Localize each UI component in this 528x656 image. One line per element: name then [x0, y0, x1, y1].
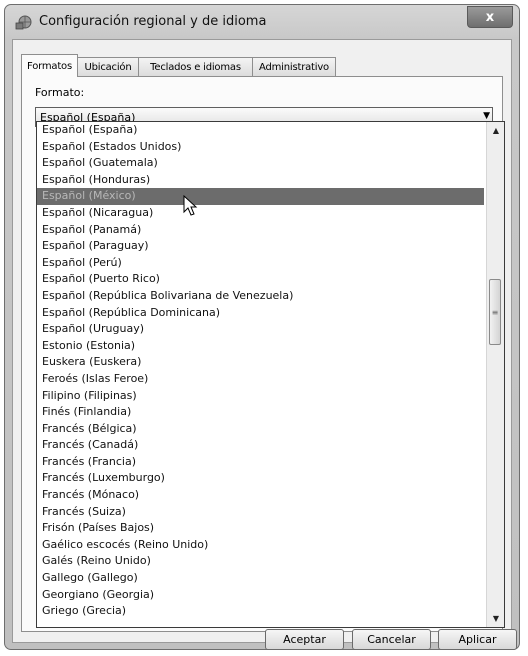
dropdown-item[interactable]: Griego (Grecia) [37, 603, 484, 620]
window-title: Configuración regional y de idioma [39, 14, 267, 29]
dropdown-item[interactable]: Español (Uruguay) [37, 321, 484, 338]
mouse-pointer-icon [183, 195, 198, 216]
tab-ubicacion[interactable]: Ubicación [77, 57, 139, 76]
close-button[interactable]: x [467, 6, 513, 28]
scrollbar[interactable]: ▲ ≡ ▼ [486, 122, 504, 627]
scroll-down-arrow-icon[interactable]: ▼ [487, 610, 504, 627]
dropdown-item[interactable]: Español (Nicaragua) [37, 205, 484, 222]
tab-administrativo[interactable]: Administrativo [252, 57, 336, 76]
dropdown-item[interactable]: Gallego (Gallego) [37, 570, 484, 587]
dropdown-item[interactable]: Español (Panamá) [37, 222, 484, 239]
dropdown-item[interactable]: Francés (Luxemburgo) [37, 470, 484, 487]
dropdown-item[interactable]: Español (Estados Unidos) [37, 139, 484, 156]
dropdown-item[interactable]: Finés (Finlandia) [37, 404, 484, 421]
dropdown-item[interactable]: Español (Guatemala) [37, 155, 484, 172]
dropdown-item[interactable]: Estonio (Estonia) [37, 338, 484, 355]
dropdown-item[interactable]: Español (Paraguay) [37, 238, 484, 255]
tab-teclados-e-idiomas[interactable]: Teclados e idiomas [138, 57, 253, 76]
dropdown-item[interactable]: Georgiano (Georgia) [37, 587, 484, 604]
dropdown-item[interactable]: Frisón (Países Bajos) [37, 520, 484, 537]
tab-formatos[interactable]: Formatos [21, 54, 78, 77]
ok-button[interactable]: Aceptar [265, 629, 344, 650]
dropdown-item[interactable]: Español (Perú) [37, 255, 484, 272]
dropdown-item[interactable]: Francés (Suiza) [37, 504, 484, 521]
dropdown-items: Español (España) Español (Estados Unidos)… [37, 122, 484, 620]
dropdown-item[interactable]: Francés (Francia) [37, 454, 484, 471]
dropdown-item[interactable]: Euskera (Euskera) [37, 354, 484, 371]
apply-button[interactable]: Aplicar [438, 629, 517, 650]
dropdown-item[interactable]: Español (Puerto Rico) [37, 271, 484, 288]
dropdown-item[interactable]: Galés (Reino Unido) [37, 553, 484, 570]
cancel-button[interactable]: Cancelar [352, 629, 431, 650]
dropdown-item[interactable]: Francés (Bélgica) [37, 421, 484, 438]
dropdown-item[interactable]: Filipino (Filipinas) [37, 388, 484, 405]
formato-label: Formato: [35, 86, 85, 99]
dropdown-item[interactable]: Gaélico escocés (Reino Unido) [37, 537, 484, 554]
scroll-thumb[interactable]: ≡ [489, 279, 501, 345]
dropdown-item[interactable]: Feroés (Islas Feroe) [37, 371, 484, 388]
formato-dropdown-list[interactable]: Español (España) Español (Estados Unidos)… [36, 121, 505, 628]
dropdown-item[interactable]: Francés (Mónaco) [37, 487, 484, 504]
scroll-up-arrow-icon[interactable]: ▲ [487, 122, 504, 139]
dropdown-item[interactable]: Español (Honduras) [37, 172, 484, 189]
dialog-buttons: Aceptar Cancelar Aplicar [13, 629, 517, 651]
chevron-down-icon[interactable]: ▼ [483, 111, 490, 121]
title-bar[interactable]: Configuración regional y de idioma x [5, 5, 519, 39]
dropdown-item[interactable]: Español (República Bolivariana de Venezu… [37, 288, 484, 305]
dropdown-item[interactable]: Español (México) [37, 188, 484, 205]
dropdown-item[interactable]: Español (España) [37, 122, 484, 139]
globe-settings-icon [15, 15, 32, 30]
dropdown-item[interactable]: Español (República Dominicana) [37, 305, 484, 322]
dropdown-item[interactable]: Francés (Canadá) [37, 437, 484, 454]
